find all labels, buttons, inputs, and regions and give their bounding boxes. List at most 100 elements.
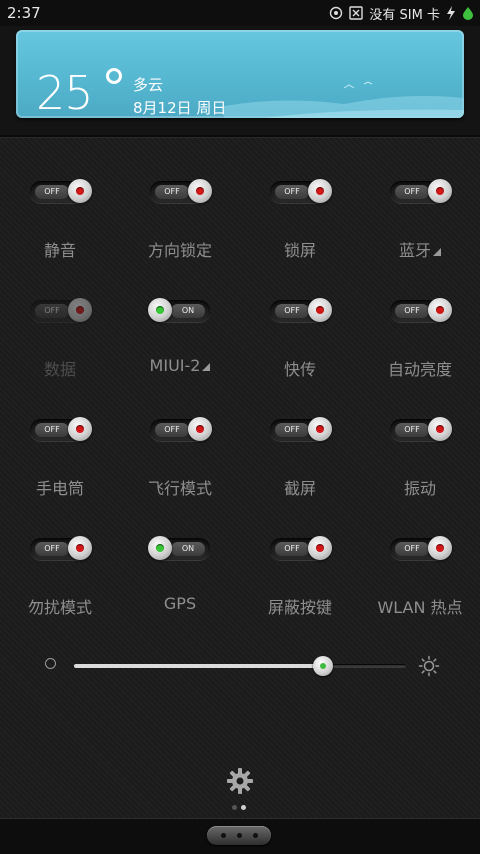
- handle-dot: [252, 833, 258, 838]
- toggle-label[interactable]: MIUI-2: [120, 356, 240, 375]
- toggle-label[interactable]: 勿扰模式: [0, 594, 120, 618]
- toggle-label[interactable]: 锁屏: [240, 237, 360, 261]
- location-icon: [329, 6, 343, 20]
- toggle-switch[interactable]: OFF: [150, 417, 212, 441]
- toggle-switch[interactable]: OFF: [270, 298, 332, 322]
- toggle-state-label: OFF: [275, 423, 309, 437]
- battery-icon: [462, 6, 474, 20]
- toggle-label[interactable]: 快传: [240, 356, 360, 380]
- toggle-switch[interactable]: OFF: [270, 179, 332, 203]
- brightness-slider[interactable]: [74, 656, 406, 676]
- status-time: 2:37: [7, 4, 41, 22]
- toggle-state-label: OFF: [395, 542, 429, 556]
- toggle-state-label: OFF: [155, 185, 189, 199]
- toggle-state-label: OFF: [395, 304, 429, 318]
- toggle-state-label: OFF: [395, 185, 429, 199]
- toggle-label-text: 勿扰模式: [27, 598, 92, 617]
- toggle-label-text: 振动: [403, 479, 436, 498]
- toggle-label[interactable]: 屏蔽按键: [240, 594, 360, 618]
- toggle-label-text: 数据: [43, 360, 76, 379]
- toggle-label-text: 自动亮度: [387, 360, 452, 379]
- weather-condition: 多云: [133, 76, 164, 94]
- toggle-knob: [428, 179, 452, 203]
- toggle-knob: [308, 298, 332, 322]
- toggle-switch[interactable]: OFF: [270, 417, 332, 441]
- toggle-label-text: 飞行模式: [147, 479, 212, 498]
- status-icons: 没有 SIM 卡: [329, 4, 474, 23]
- toggle-label[interactable]: 飞行模式: [120, 475, 240, 499]
- toggle-label[interactable]: 手电筒: [0, 475, 120, 499]
- toggle-knob: [188, 417, 212, 441]
- toggle-switch[interactable]: OFF: [30, 298, 92, 322]
- temperature-value: 25: [36, 66, 94, 118]
- toggle-state-label: ON: [171, 304, 205, 318]
- toggle-label[interactable]: 振动: [360, 475, 480, 499]
- drag-handle[interactable]: [207, 826, 271, 845]
- toggle-label-text: 锁屏: [283, 241, 316, 260]
- toggle-state-label: OFF: [275, 542, 309, 556]
- toggle-label[interactable]: 截屏: [240, 475, 360, 499]
- brightness-handle[interactable]: [313, 656, 333, 676]
- toggle-state-label: OFF: [35, 185, 69, 199]
- toggle-state-label: OFF: [35, 423, 69, 437]
- handle-dot: [220, 833, 226, 838]
- weather-date: 8月12日 周日: [133, 99, 227, 117]
- toggle-switch[interactable]: OFF: [30, 536, 92, 560]
- toggle-switch[interactable]: ON: [148, 298, 210, 322]
- toggle-switch[interactable]: OFF: [390, 536, 452, 560]
- carrier-text: 没有 SIM 卡: [369, 7, 440, 23]
- toggle-state-label: OFF: [35, 542, 69, 556]
- toggle-knob: [68, 536, 92, 560]
- toggle-state-label: OFF: [395, 423, 429, 437]
- toggle-label[interactable]: 蓝牙: [360, 237, 480, 261]
- toggle-knob: [308, 536, 332, 560]
- toggle-state-label: OFF: [275, 185, 309, 199]
- toggle-state-label: OFF: [275, 304, 309, 318]
- panel-divider: [0, 135, 480, 138]
- toggle-switch[interactable]: OFF: [390, 179, 452, 203]
- page-indicator: [232, 805, 246, 810]
- toggle-knob: [68, 417, 92, 441]
- gear-icon[interactable]: [226, 767, 254, 795]
- toggle-label[interactable]: 自动亮度: [360, 356, 480, 380]
- toggle-knob: [428, 536, 452, 560]
- toggle-knob: [188, 179, 212, 203]
- toggle-knob: [308, 417, 332, 441]
- weather-panel: 25 多云 8月12日 周日: [0, 26, 480, 136]
- brightness-low-icon: [45, 658, 56, 669]
- dropdown-corner-icon: [433, 248, 441, 256]
- toggle-label-text: 屏蔽按键: [267, 598, 332, 617]
- toggle-label-text: MIUI-2: [149, 356, 201, 375]
- toggle-label[interactable]: 静音: [0, 237, 120, 261]
- brightness-high-icon: [418, 655, 440, 677]
- toggle-knob: [308, 179, 332, 203]
- page-dot: [241, 805, 246, 810]
- toggle-label[interactable]: 方向锁定: [120, 237, 240, 261]
- page-dot: [232, 805, 237, 810]
- toggle-label-text: WLAN 热点: [377, 598, 463, 617]
- toggle-switch[interactable]: OFF: [30, 417, 92, 441]
- toggle-label[interactable]: GPS: [120, 594, 240, 613]
- toggle-switch[interactable]: ON: [148, 536, 210, 560]
- toggle-knob: [148, 298, 172, 322]
- toggle-state-label: OFF: [155, 423, 189, 437]
- toggle-knob: [148, 536, 172, 560]
- toggle-label[interactable]: WLAN 热点: [360, 594, 480, 618]
- toggle-label-text: 快传: [283, 360, 316, 379]
- brightness-fill: [74, 664, 323, 668]
- toggle-knob: [428, 417, 452, 441]
- toggle-switch[interactable]: OFF: [390, 298, 452, 322]
- toggle-label-text: 方向锁定: [147, 241, 212, 260]
- handle-dot: [236, 833, 242, 838]
- toggle-switch[interactable]: OFF: [30, 179, 92, 203]
- toggle-switch[interactable]: OFF: [270, 536, 332, 560]
- weather-clouds-graphic: [224, 81, 464, 118]
- weather-card[interactable]: 25 多云 8月12日 周日: [16, 30, 464, 118]
- toggle-knob: [68, 179, 92, 203]
- toggle-label-text: 手电筒: [35, 479, 84, 498]
- toggle-label-text: 截屏: [283, 479, 316, 498]
- toggle-label-text: 蓝牙: [398, 241, 431, 260]
- toggle-switch[interactable]: OFF: [390, 417, 452, 441]
- toggle-switch[interactable]: OFF: [150, 179, 212, 203]
- toggle-label[interactable]: 数据: [0, 356, 120, 380]
